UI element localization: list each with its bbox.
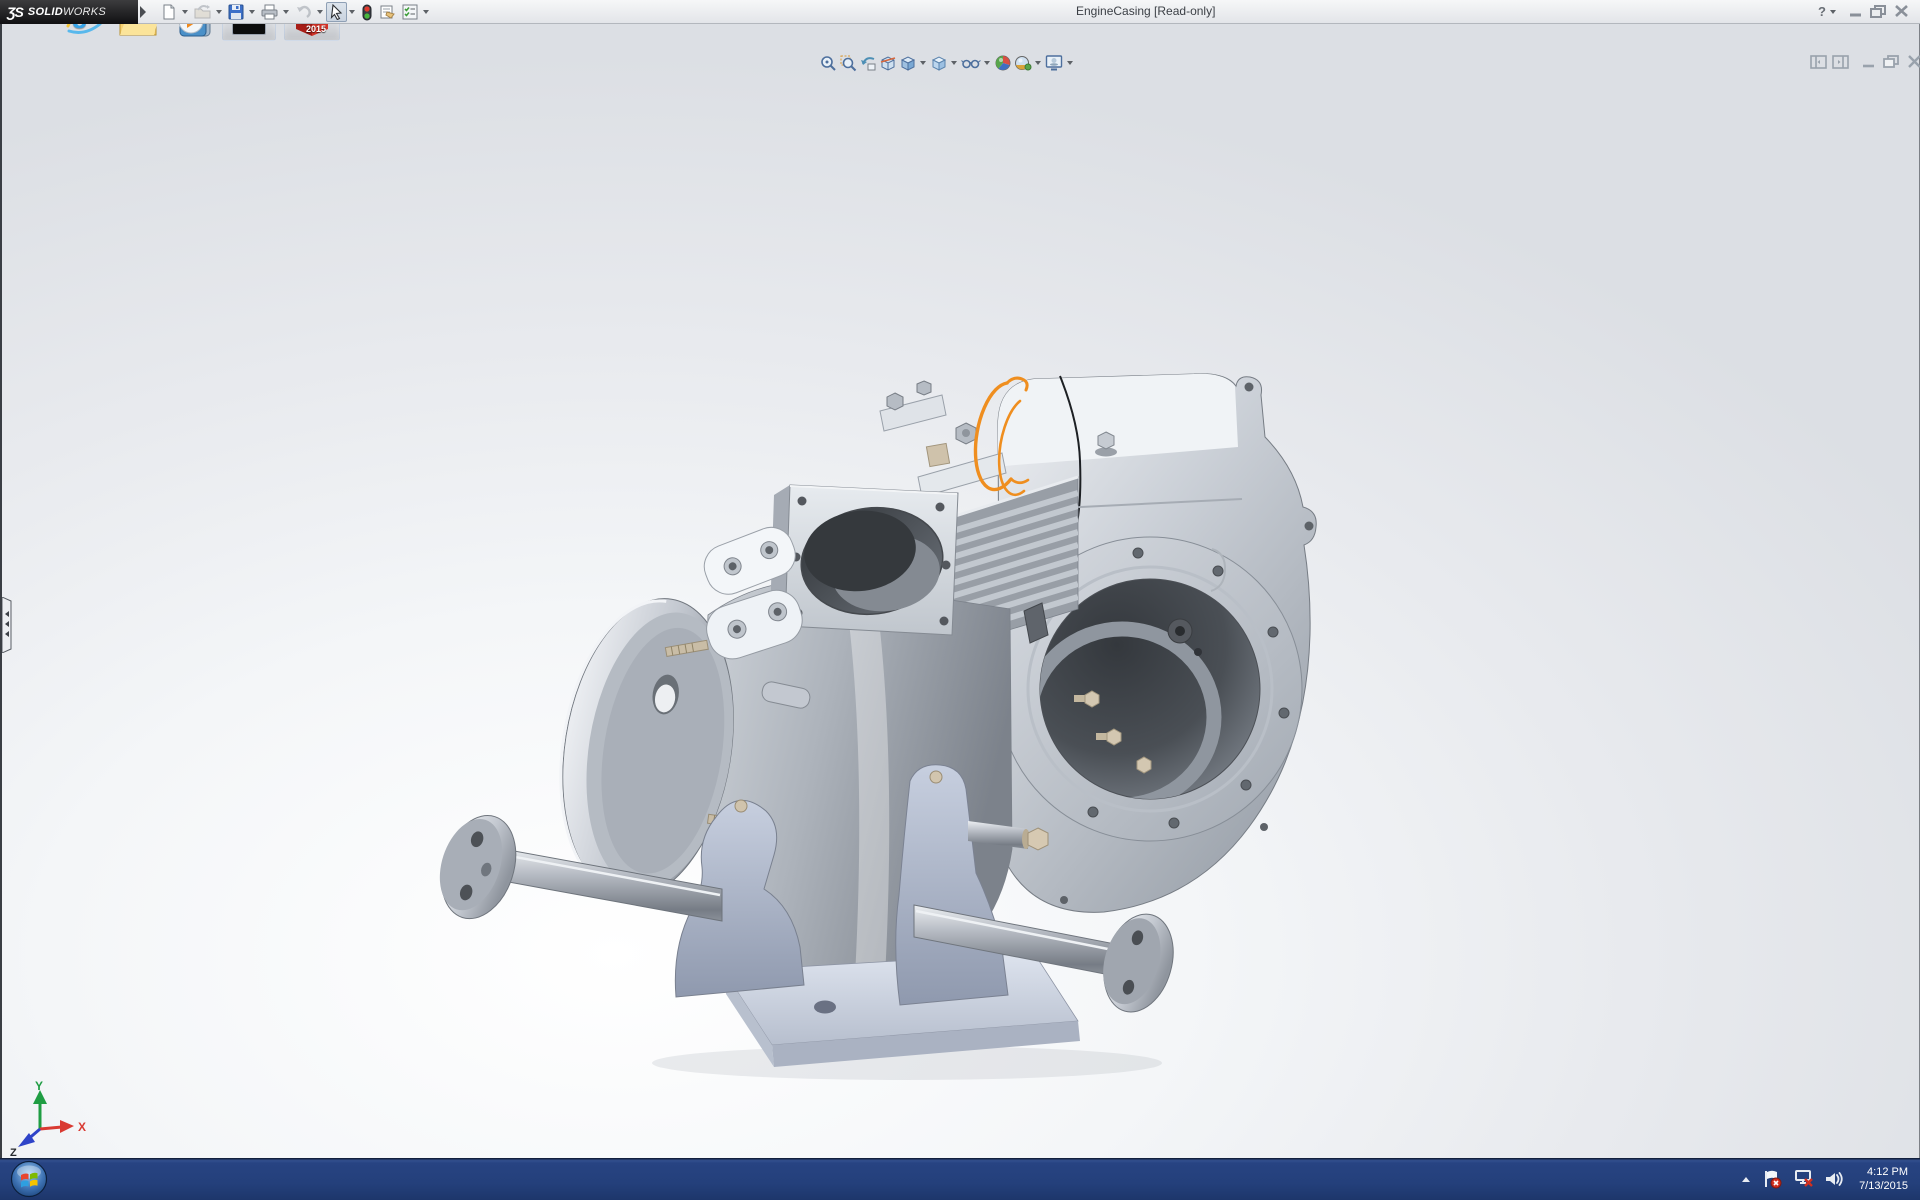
select-cursor-icon (329, 4, 344, 20)
display-style-dropdown[interactable] (951, 61, 957, 65)
restore-button[interactable] (1867, 3, 1891, 20)
display-style-button[interactable] (929, 53, 949, 72)
feature-manager-collapsed-tab[interactable] (2, 597, 14, 653)
solidworks-logo: ƷS SOLIDWORKS (0, 0, 138, 24)
edit-appearance-icon (994, 54, 1012, 72)
zoom-to-fit-icon (819, 54, 837, 72)
undo-dropdown[interactable] (317, 10, 323, 14)
windows-start-orb-icon (10, 1160, 48, 1198)
triad-y-label: Y (35, 1079, 43, 1093)
save-button[interactable] (225, 2, 247, 22)
print-icon (261, 4, 278, 20)
print-dropdown[interactable] (283, 10, 289, 14)
file-properties-icon (379, 4, 396, 20)
clock-date: 7/13/2015 (1859, 1179, 1908, 1193)
window-controls: ? (1818, 3, 1913, 20)
start-button[interactable] (6, 1159, 52, 1199)
action-center-flag-icon (1762, 1169, 1782, 1189)
new-document-icon (161, 4, 177, 20)
reference-triad: Y X Z (2, 1072, 92, 1160)
view-settings-dropdown[interactable] (1067, 61, 1073, 65)
view-settings-icon (1045, 54, 1064, 72)
network-status-button[interactable] (1792, 1169, 1814, 1189)
hide-show-items-icon (961, 54, 981, 72)
volume-button[interactable] (1824, 1169, 1844, 1189)
previous-view-button[interactable] (858, 53, 878, 72)
view-orientation-icon (899, 54, 917, 72)
save-icon (228, 4, 244, 20)
hide-show-items-dropdown[interactable] (984, 61, 990, 65)
taskbar-clock[interactable]: 4:12 PM 7/13/2015 (1859, 1165, 1908, 1193)
solidworks-logo-text-light: WORKS (63, 6, 106, 18)
save-dropdown[interactable] (249, 10, 255, 14)
title-bar: ƷS SOLIDWORKS EngineCasing (0, 0, 1920, 24)
options-icon (402, 4, 418, 20)
print-button[interactable] (258, 2, 281, 22)
zoom-to-area-button[interactable] (838, 53, 858, 72)
previous-view-icon (859, 54, 877, 72)
document-minimize-button[interactable] (1858, 54, 1880, 70)
view-settings-button[interactable] (1044, 53, 1065, 72)
collapse-left-pane-button[interactable] (1808, 54, 1830, 70)
view-orientation-button[interactable] (898, 53, 918, 72)
new-document-button[interactable] (158, 2, 180, 22)
show-hidden-icons-icon (1740, 1174, 1752, 1184)
show-hidden-icons-button[interactable] (1740, 1174, 1752, 1184)
open-dropdown[interactable] (216, 10, 222, 14)
network-disconnected-icon (1792, 1169, 1814, 1189)
select-button[interactable] (326, 2, 347, 22)
open-button[interactable] (191, 2, 214, 22)
file-properties-button[interactable] (376, 2, 399, 22)
solidworks-logo-mark: ƷS (7, 4, 23, 20)
help-button[interactable]: ? (1818, 4, 1826, 19)
apply-scene-icon (1014, 54, 1032, 72)
section-view-icon (879, 54, 897, 72)
main-toolbar (158, 1, 432, 23)
undo-button[interactable] (292, 2, 315, 22)
options-button[interactable] (399, 2, 421, 22)
toolbar-flyout-arrow[interactable] (140, 6, 146, 18)
undo-icon (295, 4, 312, 20)
clock-time: 4:12 PM (1859, 1165, 1908, 1179)
document-close-button[interactable] (1904, 54, 1920, 70)
volume-icon (1824, 1169, 1844, 1189)
display-style-icon (930, 54, 948, 72)
select-dropdown[interactable] (349, 10, 355, 14)
open-icon (194, 4, 211, 20)
zoom-to-fit-button[interactable] (818, 53, 838, 72)
window-title: EngineCasing [Read-only] (1076, 4, 1215, 18)
minimize-button[interactable] (1845, 3, 1867, 20)
solidworks-year: 2015 (306, 24, 326, 34)
action-center-button[interactable] (1762, 1169, 1782, 1189)
document-window-controls (1808, 54, 1920, 70)
graphics-viewport[interactable]: Y X Z *Dimetric (0, 24, 1920, 1158)
help-dropdown[interactable] (1830, 10, 1836, 14)
solidworks-logo-text-bold: SOLID (28, 6, 63, 18)
apply-scene-button[interactable] (1013, 53, 1033, 72)
new-document-dropdown[interactable] (182, 10, 188, 14)
system-tray: 4:12 PM 7/13/2015 (1735, 1158, 1912, 1200)
zoom-to-area-icon (839, 54, 857, 72)
engine-casing-model[interactable] (2, 49, 1920, 1182)
triad-x-label: X (78, 1120, 86, 1134)
taskbar (0, 1158, 1920, 1200)
rebuild-traffic-light-icon (361, 4, 373, 21)
view-orientation-dropdown[interactable] (920, 61, 926, 65)
hide-show-items-button[interactable] (960, 53, 982, 72)
heads-up-view-toolbar (818, 53, 1076, 72)
document-restore-button[interactable] (1880, 54, 1904, 70)
collapse-right-pane-button[interactable] (1830, 54, 1852, 70)
section-view-button[interactable] (878, 53, 898, 72)
options-dropdown[interactable] (423, 10, 429, 14)
rebuild-button[interactable] (358, 2, 376, 22)
close-button[interactable] (1891, 3, 1913, 20)
apply-scene-dropdown[interactable] (1035, 61, 1041, 65)
edit-appearance-button[interactable] (993, 53, 1013, 72)
